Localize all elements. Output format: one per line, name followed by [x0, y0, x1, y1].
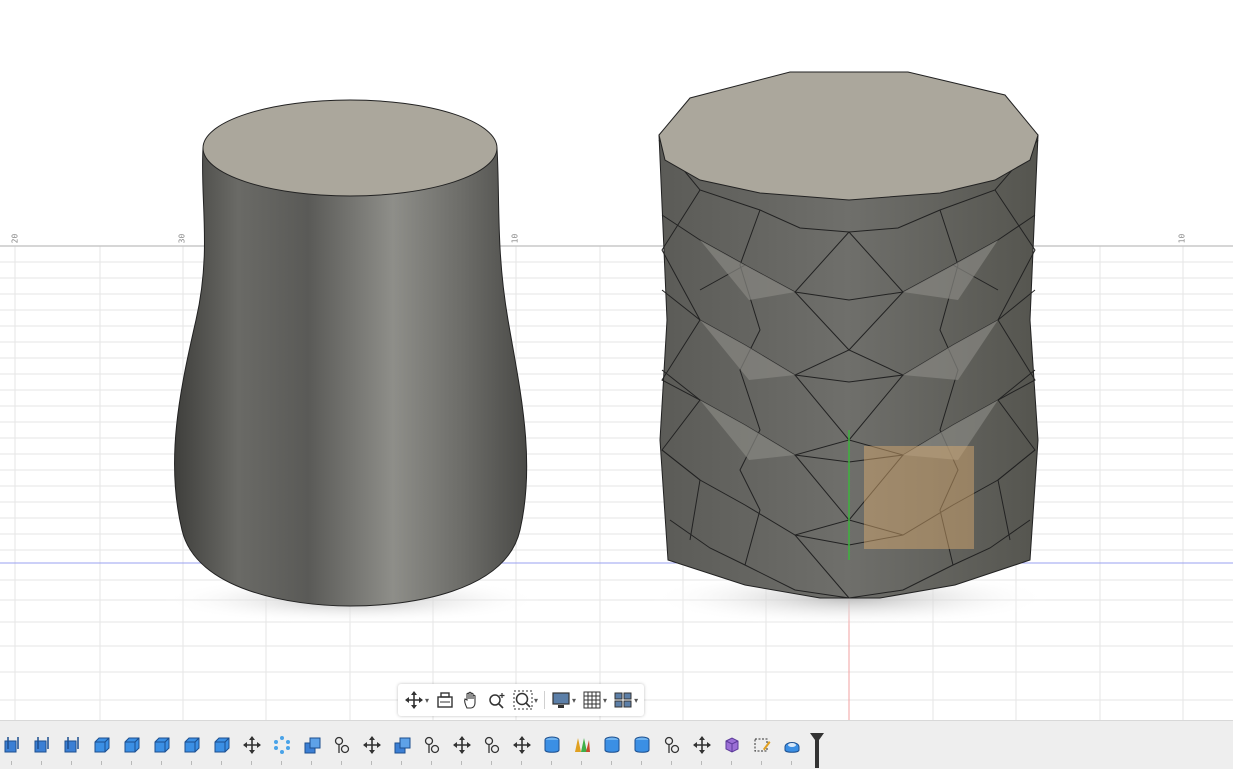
timeline-item-extrude[interactable] — [150, 735, 174, 765]
look-at-icon — [437, 692, 453, 708]
timeline-items — [0, 735, 804, 765]
chevron-down-icon: ▾ — [534, 695, 539, 705]
timeline-item-pattern[interactable] — [270, 735, 294, 765]
viewports-button[interactable]: ▾ — [611, 687, 640, 713]
joint-icon — [422, 735, 442, 759]
sketch-icon — [62, 735, 82, 759]
ruler-label: 10 — [1177, 233, 1187, 244]
timeline-item-move[interactable] — [510, 735, 534, 765]
timeline-item-combine[interactable] — [390, 735, 414, 765]
revolve-icon — [782, 735, 802, 759]
extrude-icon — [152, 735, 172, 759]
ruler-label: 10 — [510, 233, 520, 244]
timeline-item-extrude[interactable] — [120, 735, 144, 765]
extrude-icon — [122, 735, 142, 759]
extrude-icon — [92, 735, 112, 759]
orbit-icon — [405, 691, 423, 709]
cylinder-icon — [632, 735, 652, 759]
toolbar-divider — [544, 691, 546, 709]
move-icon — [452, 735, 472, 759]
ruler-label: 30 — [177, 233, 187, 244]
design-canvas[interactable] — [0, 0, 1233, 720]
timeline-item-move[interactable] — [450, 735, 474, 765]
navigation-bar: ▾ ▾ ▾ ▾ ▾ — [398, 684, 645, 716]
canvas-viewport[interactable]: 20 30 10 10 — [0, 0, 1233, 720]
chevron-down-icon: ▾ — [572, 695, 577, 705]
move-icon — [512, 735, 532, 759]
timeline-item-extrude[interactable] — [210, 735, 234, 765]
timeline-item-sketch-edit[interactable] — [750, 735, 774, 765]
vase-body[interactable] — [174, 99, 528, 607]
chevron-down-icon: ▾ — [603, 695, 608, 705]
form-body-icon — [722, 735, 742, 759]
sketch-edit-icon — [752, 735, 772, 759]
move-icon — [242, 735, 262, 759]
zoom-icon — [489, 693, 505, 709]
grid-snap-icon — [583, 691, 601, 709]
look-at-button[interactable] — [433, 687, 457, 713]
timeline-item-sketch[interactable] — [60, 735, 84, 765]
timeline-item-combine[interactable] — [300, 735, 324, 765]
timeline-item-joint[interactable] — [660, 735, 684, 765]
sketch-icon — [32, 735, 52, 759]
timeline-item-joint[interactable] — [480, 735, 504, 765]
timeline-item-sketch[interactable] — [0, 735, 24, 765]
orbit-button[interactable]: ▾ — [402, 687, 431, 713]
timeline-item-cylinder[interactable] — [540, 735, 564, 765]
move-icon — [692, 735, 712, 759]
timeline-marker-icon[interactable] — [808, 732, 826, 768]
timeline-item-form[interactable] — [570, 735, 594, 765]
timeline-item-cylinder[interactable] — [630, 735, 654, 765]
timeline-item-extrude[interactable] — [90, 735, 114, 765]
zoom-button[interactable] — [485, 687, 509, 713]
timeline-item-move[interactable] — [240, 735, 264, 765]
selection-highlight — [864, 446, 974, 549]
fit-button[interactable]: ▾ — [511, 687, 540, 713]
grid-snap-button[interactable]: ▾ — [580, 687, 609, 713]
timeline-item-joint[interactable] — [330, 735, 354, 765]
timeline-item-cylinder[interactable] — [600, 735, 624, 765]
pattern-icon — [272, 735, 292, 759]
move-icon — [362, 735, 382, 759]
joint-icon — [332, 735, 352, 759]
combine-icon — [392, 735, 412, 759]
timeline-item-sketch[interactable] — [30, 735, 54, 765]
sketch-icon — [2, 735, 22, 759]
timeline-item-move[interactable] — [690, 735, 714, 765]
combine-icon — [302, 735, 322, 759]
form-icon — [572, 735, 592, 759]
chevron-down-icon: ▾ — [634, 695, 639, 705]
chevron-down-icon: ▾ — [425, 695, 430, 705]
design-timeline — [0, 720, 1233, 769]
cylinder-icon — [602, 735, 622, 759]
cylinder-icon — [542, 735, 562, 759]
timeline-item-form-body[interactable] — [720, 735, 744, 765]
timeline-item-joint[interactable] — [420, 735, 444, 765]
fit-icon — [513, 690, 533, 710]
timeline-item-move[interactable] — [360, 735, 384, 765]
viewports-icon — [614, 692, 632, 708]
joint-icon — [662, 735, 682, 759]
ruler-label: 20 — [10, 233, 20, 244]
scaled-cylinder-body[interactable] — [658, 71, 1039, 599]
pan-icon — [464, 691, 476, 709]
timeline-item-revolve[interactable] — [780, 735, 804, 765]
joint-icon — [482, 735, 502, 759]
extrude-icon — [212, 735, 232, 759]
display-settings-button[interactable]: ▾ — [549, 687, 578, 713]
timeline-item-extrude[interactable] — [180, 735, 204, 765]
display-settings-icon — [552, 692, 570, 708]
pan-button[interactable] — [459, 687, 483, 713]
extrude-icon — [182, 735, 202, 759]
